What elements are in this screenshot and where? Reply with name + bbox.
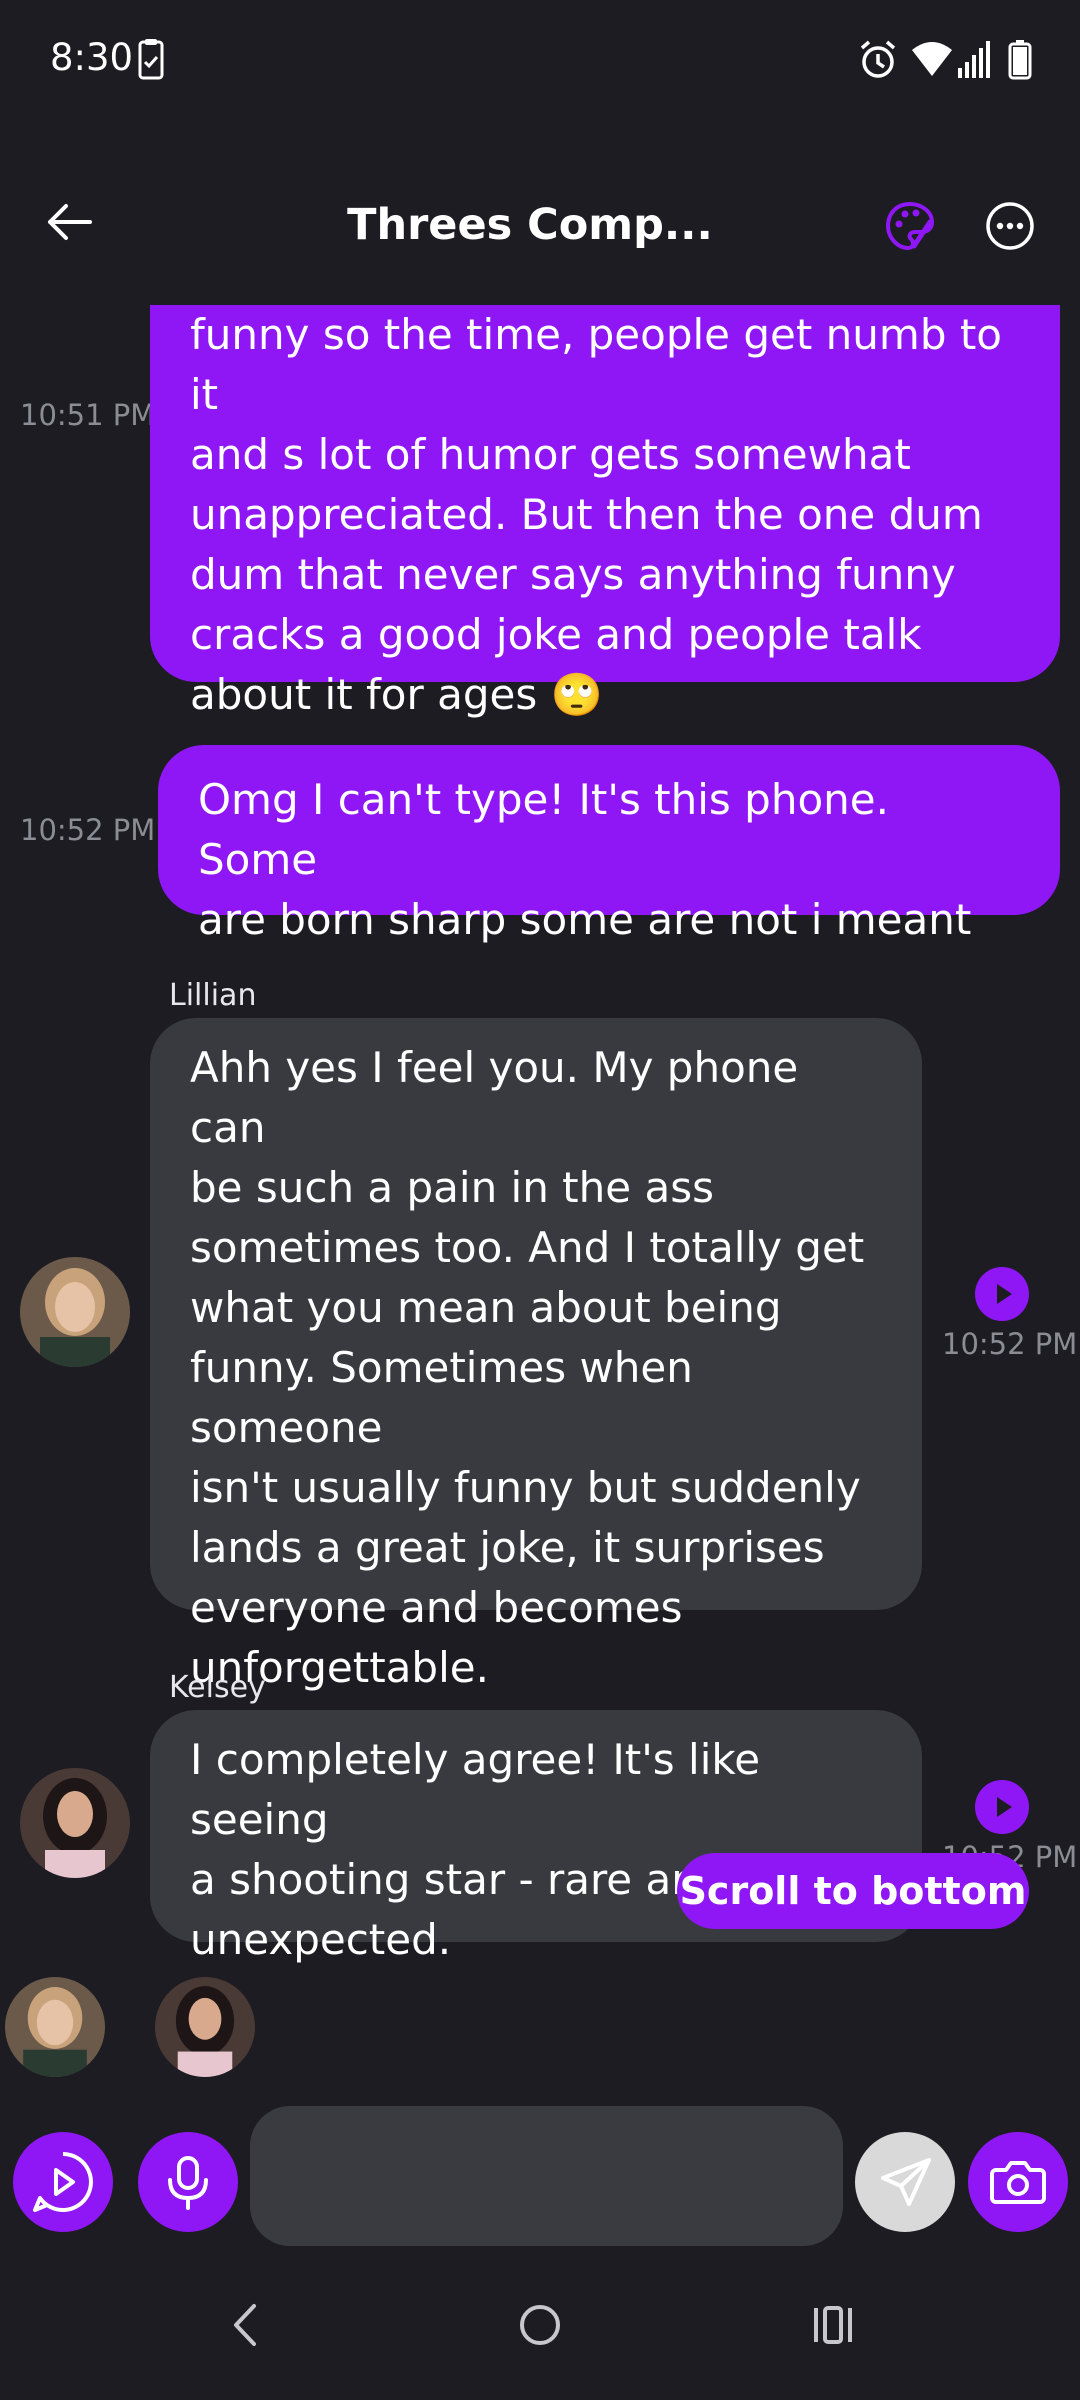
more-horizontal-icon[interactable] — [984, 200, 1036, 252]
message-line: I completely agree! It's like seeing — [190, 1735, 761, 1844]
read-receipt-avatar-lillian — [5, 1977, 105, 2077]
sender-name: Lillian — [169, 978, 257, 1013]
send-button[interactable] — [855, 2132, 955, 2232]
video-chat-icon — [33, 2152, 93, 2213]
message-line: and s lot of humor gets somewhat — [190, 430, 911, 479]
home-circle-icon[interactable] — [516, 2300, 564, 2350]
camera-button[interactable] — [968, 2132, 1068, 2232]
message-line: Ahh yes I feel you. My phone can — [190, 1043, 799, 1152]
sender-name: Kelsey — [169, 1670, 266, 1705]
play-audio-button[interactable] — [975, 1267, 1029, 1321]
arrow-left-icon[interactable] — [44, 200, 94, 244]
voice-record-button[interactable] — [138, 2132, 238, 2232]
message-line: about it for ages 🙄 — [190, 670, 603, 719]
scroll-to-bottom-button[interactable]: Scroll to bottom — [677, 1853, 1029, 1929]
message-line: everyone and becomes — [190, 1583, 683, 1632]
message-input[interactable] — [250, 2106, 843, 2246]
message-line: funny. Sometimes when someone — [190, 1343, 693, 1452]
read-receipt-avatar-kelsey — [155, 1977, 255, 2077]
message-bubble-outgoing[interactable]: Omg I can't type! It's this phone. Some … — [158, 745, 1060, 944]
message-line: unforgettable. — [190, 1643, 489, 1692]
message-line: sometimes too. And I totally get — [190, 1223, 865, 1272]
message-line: lands a great joke, it surprises — [190, 1523, 825, 1572]
message-line: Omg I can't type! It's this phone. Some — [198, 775, 889, 884]
chat-title[interactable]: Threes Comp... — [280, 200, 780, 250]
message-line: be such a pain in the ass — [190, 1163, 714, 1212]
status-time: 8:30 — [50, 36, 134, 79]
avatar-lillian[interactable] — [20, 1257, 130, 1367]
recents-icon[interactable] — [810, 2300, 856, 2350]
microphone-icon — [168, 2156, 208, 2210]
camera-icon — [990, 2161, 1046, 2204]
message-bubble-outgoing[interactable]: funny so the time, people get numb to it… — [150, 305, 1060, 719]
alarm-icon — [860, 40, 896, 78]
send-icon — [881, 2158, 931, 2206]
message-list[interactable]: 10:51 PM funny so the time, people get n… — [0, 305, 1080, 2080]
message-line: cracks a good joke and people talk — [190, 610, 922, 659]
message-line: funny so the time, people get numb to it — [190, 310, 1003, 419]
message-line: dum that never says anything funny — [190, 550, 956, 599]
palette-icon[interactable] — [884, 200, 936, 252]
message-timestamp: 10:52 PM — [20, 813, 156, 847]
clipboard-check-icon — [138, 39, 164, 80]
message-bubble-incoming[interactable]: Ahh yes I feel you. My phone can be such… — [150, 1018, 922, 1692]
message-line: isn't usually funny but suddenly — [190, 1463, 861, 1512]
message-timestamp: 10:51 PM — [20, 398, 156, 432]
signal-icon — [958, 41, 990, 78]
message-timestamp: 10:52 PM — [942, 1327, 1078, 1361]
play-audio-button[interactable] — [975, 1780, 1029, 1834]
message-line: what you mean about being — [190, 1283, 782, 1332]
message-line: unappreciated. But then the one dum — [190, 490, 983, 539]
back-chevron-icon[interactable] — [228, 2300, 260, 2350]
play-icon — [997, 1797, 1012, 1817]
video-chat-button[interactable] — [13, 2132, 113, 2232]
message-line: are born sharp some are not i meant — [198, 895, 972, 944]
avatar-kelsey[interactable] — [20, 1768, 130, 1878]
status-bar: 8:30 — [0, 0, 1080, 120]
battery-icon — [1008, 40, 1032, 80]
play-icon — [997, 1284, 1012, 1304]
wifi-icon — [912, 42, 952, 76]
